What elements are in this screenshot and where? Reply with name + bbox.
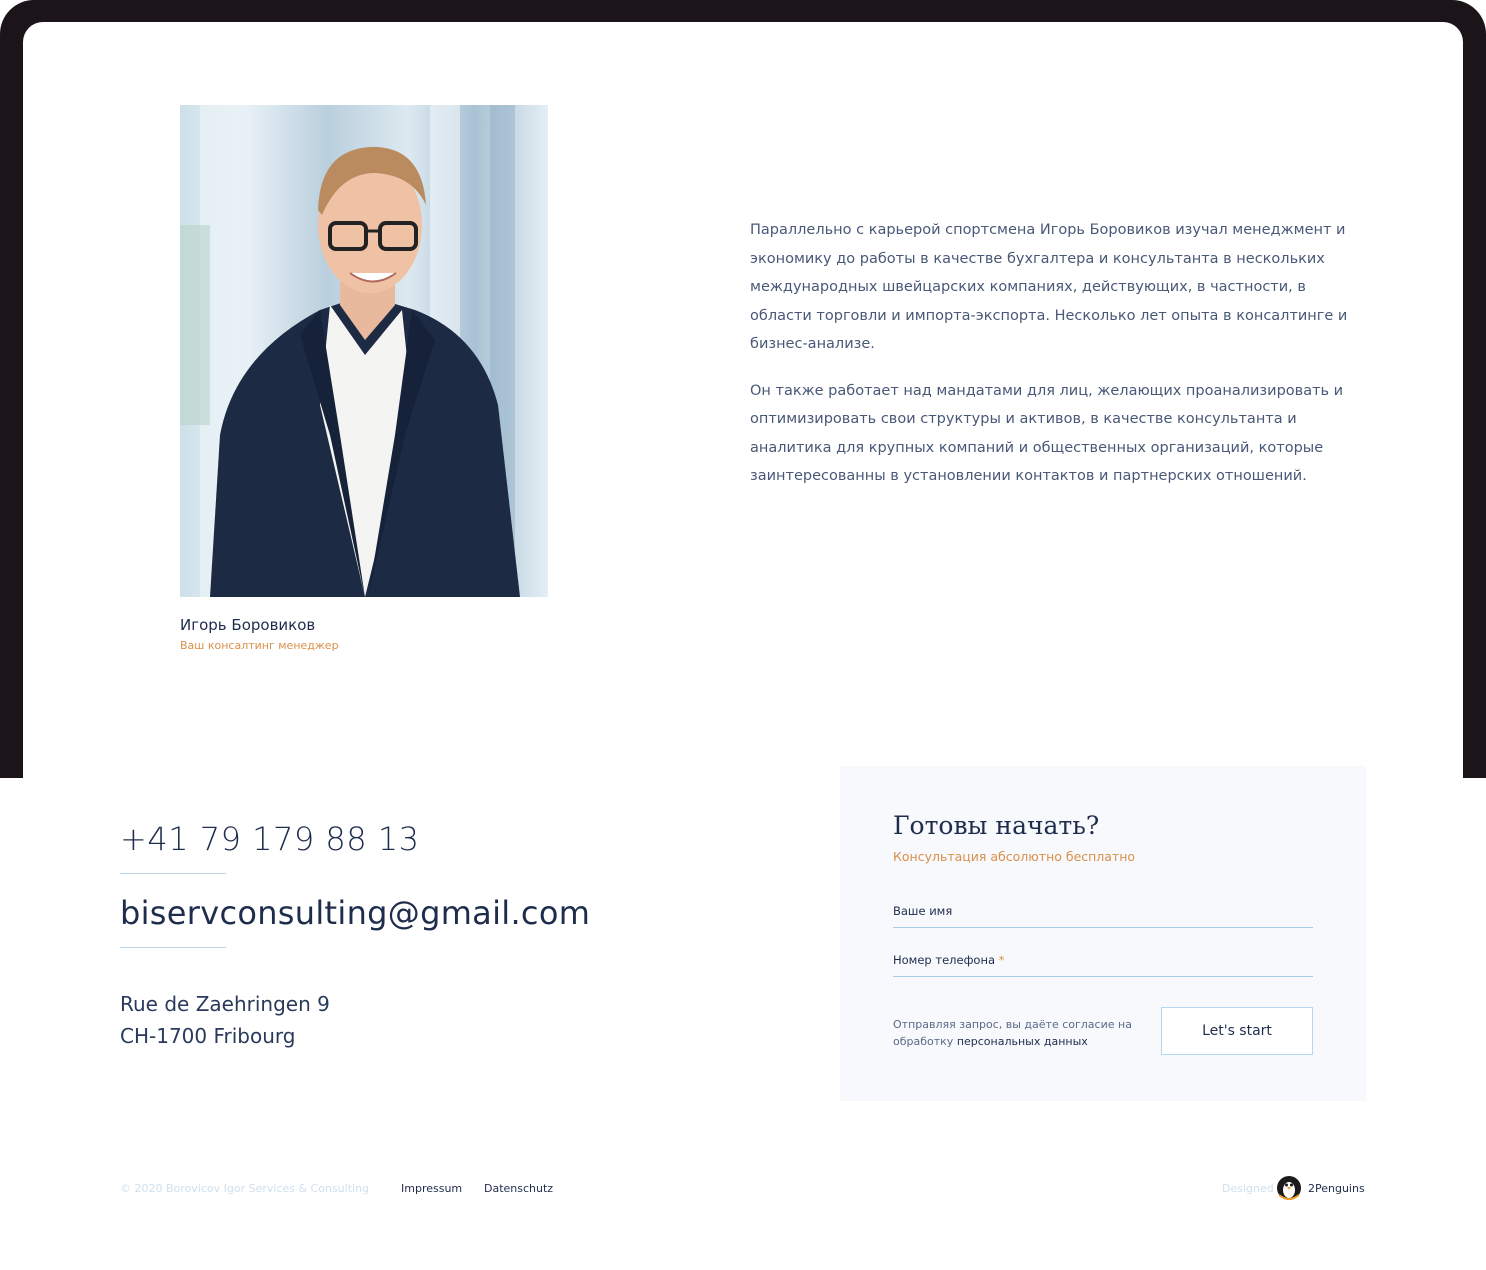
bio-paragraph: Он также работает над мандатами для лиц,… bbox=[750, 382, 1344, 485]
penguin-logo-icon bbox=[1277, 1176, 1301, 1201]
divider bbox=[120, 873, 226, 874]
address-line: CH-1700 Fribourg bbox=[120, 1024, 296, 1048]
address: Rue de Zaehringen 9 CH-1700 Fribourg bbox=[120, 988, 330, 1052]
profile-photo bbox=[180, 105, 548, 597]
privacy-link[interactable]: персональных данных bbox=[957, 1035, 1088, 1048]
phone-link[interactable]: +41 79 179 88 13 bbox=[120, 820, 419, 858]
bio-text: Параллельно с карьерой спортсмена Игорь … bbox=[750, 216, 1370, 509]
copyright: © 2020 Borovicov Igor Services & Consult… bbox=[120, 1182, 370, 1195]
form-subtitle: Консультация абсолютно бесплатно bbox=[893, 849, 1136, 864]
phone-field-label-text: Номер телефона bbox=[893, 953, 996, 967]
required-mark: * bbox=[998, 953, 1005, 967]
divider bbox=[120, 947, 226, 948]
datenschutz-link[interactable]: Datenschutz bbox=[484, 1182, 553, 1195]
footer: © 2020 Borovicov Igor Services & Consult… bbox=[0, 1176, 1486, 1201]
impressum-link[interactable]: Impressum bbox=[401, 1182, 462, 1195]
bio-paragraph: Параллельно с карьерой спортсмена Игорь … bbox=[750, 222, 1348, 352]
consent-text: Отправляя запрос, вы даёте согласие на о… bbox=[893, 1016, 1143, 1050]
email-link[interactable]: biservconsulting@gmail.com bbox=[120, 894, 590, 932]
contact-form-card: Готовы начать? Консультация абсолютно бе… bbox=[840, 766, 1366, 1101]
brand-link[interactable]: 2Penguins bbox=[1308, 1182, 1365, 1195]
phone-field[interactable]: Номер телефона * bbox=[893, 947, 1313, 977]
name-field-label: Ваше имя bbox=[893, 904, 953, 918]
person-role: Ваш консалтинг менеджер bbox=[180, 639, 339, 652]
form-title: Готовы начать? bbox=[893, 811, 1100, 840]
designed-label: Designed bbox=[1222, 1182, 1274, 1195]
phone-field-label: Номер телефона * bbox=[893, 953, 1004, 967]
name-field[interactable]: Ваше имя bbox=[893, 898, 1313, 928]
person-name: Игорь Боровиков bbox=[180, 616, 316, 634]
submit-button[interactable]: Let's start bbox=[1161, 1007, 1313, 1055]
address-line: Rue de Zaehringen 9 bbox=[120, 992, 330, 1016]
